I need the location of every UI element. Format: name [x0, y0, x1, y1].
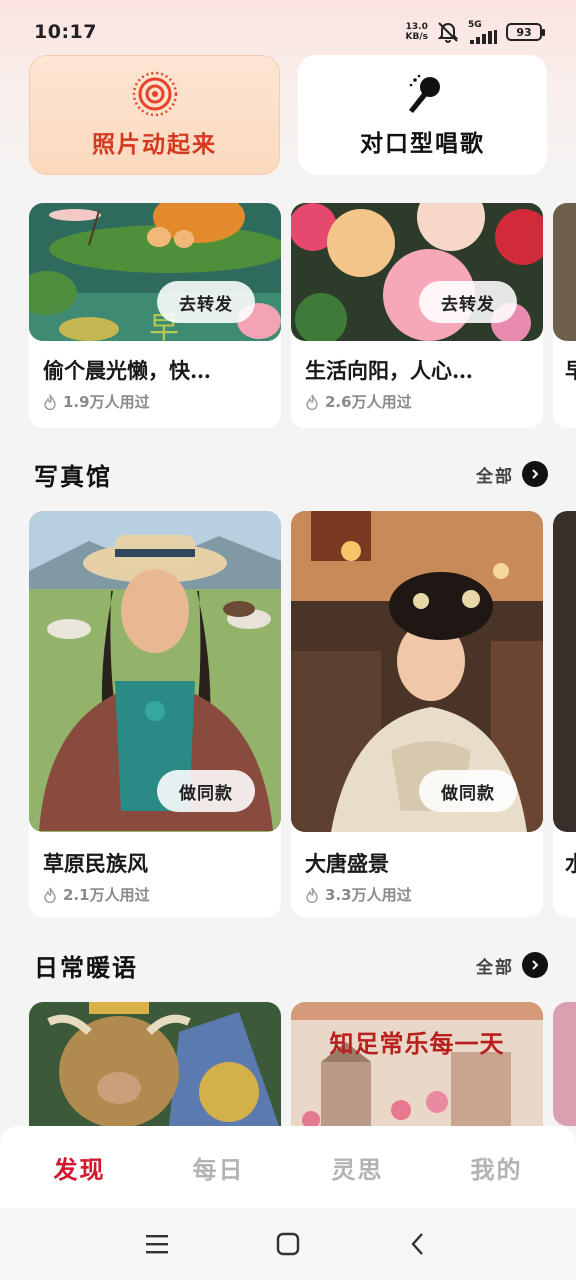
template-card[interactable]: [29, 1002, 281, 1126]
poster-text: 知足常乐每一天: [329, 1029, 505, 1058]
section-title: 写真馆: [34, 461, 112, 491]
top-card-row: 早 去转发 偷个晨光懒，快… 1.9万人用过 去转发 生活向阳，人心… 2.6万…: [29, 203, 576, 428]
card-usage: 2.1万人用过: [43, 884, 267, 905]
target-rings-icon: [132, 71, 177, 117]
see-all-label: 全部: [476, 957, 514, 978]
menu-icon[interactable]: [138, 1224, 178, 1264]
share-button[interactable]: 去转发: [419, 281, 517, 323]
nav-inspiration[interactable]: 灵思: [303, 1150, 413, 1185]
flame-icon: [306, 887, 318, 903]
home-icon[interactable]: [268, 1224, 308, 1264]
card-title: 偷个晨光懒，快…: [43, 358, 211, 383]
template-card[interactable]: 早 去转发 偷个晨光懒，快… 1.9万人用过: [29, 203, 281, 428]
network-speed: 13.0 KB/s: [406, 22, 428, 42]
template-card-partial[interactable]: 水: [553, 511, 576, 917]
card-image: [553, 511, 576, 832]
golden-ox-image: [29, 1002, 281, 1126]
card-image: 做同款: [291, 511, 543, 832]
network-type: 5G: [468, 20, 482, 30]
chevron-right-icon: [522, 461, 548, 487]
network-speed-unit: KB/s: [405, 32, 428, 42]
chevron-right-icon: [522, 952, 548, 978]
card-image: 去转发: [291, 203, 543, 341]
card-title: 早: [565, 358, 576, 383]
card-info: 生活向阳，人心… 2.6万人用过: [291, 341, 543, 412]
share-button[interactable]: 去转发: [157, 281, 255, 323]
card-usage-count: 3.3万人用过: [325, 886, 412, 904]
animate-photo-label: 照片动起来: [92, 131, 217, 158]
card-usage-count: 1.9万人用过: [63, 393, 150, 411]
feature-row: 照片动起来 对口型唱歌: [29, 55, 547, 175]
see-all-button[interactable]: 全部: [476, 461, 548, 487]
muted-bell-icon: [437, 22, 459, 43]
system-nav-bar: [0, 1208, 576, 1280]
card-info: 草原民族风 2.1万人用过: [29, 832, 281, 905]
back-icon[interactable]: [398, 1224, 438, 1264]
section-title: 日常暖语: [34, 952, 138, 982]
make-same-button[interactable]: 做同款: [157, 770, 255, 812]
card-image: 早 去转发: [29, 203, 281, 341]
card-info: 大唐盛景 3.3万人用过: [291, 832, 543, 905]
lip-sync-button[interactable]: 对口型唱歌: [298, 55, 547, 175]
battery-indicator: 93: [506, 23, 545, 41]
section-header-daily-greetings: 日常暖语 全部: [34, 945, 548, 985]
card-image: [553, 203, 576, 341]
microphone-icon: [408, 74, 440, 113]
flame-icon: [44, 887, 56, 903]
card-title: 生活向阳，人心…: [305, 358, 473, 383]
card-usage-count: 2.1万人用过: [63, 886, 150, 904]
signal-bars-icon: [470, 30, 497, 44]
contentment-poster-image: [291, 1002, 543, 1126]
lip-sync-label: 对口型唱歌: [360, 130, 485, 157]
template-card-partial[interactable]: [553, 1002, 576, 1126]
status-icons: 13.0 KB/s 5G 93: [406, 20, 545, 44]
card-image: 做同款: [29, 511, 281, 832]
bottom-nav: 发现 每日 灵思 我的: [0, 1126, 576, 1208]
template-card[interactable]: 做同款 草原民族风 2.1万人用过: [29, 511, 281, 917]
portrait-card-row: 做同款 草原民族风 2.1万人用过 做同款 大唐盛景 3.3万人用过 水: [29, 511, 576, 917]
flame-icon: [306, 394, 318, 410]
animate-photo-button[interactable]: 照片动起来: [29, 55, 280, 175]
greetings-card-row: 知足常乐每一天: [29, 1002, 576, 1126]
card-usage: 3.3万人用过: [305, 884, 529, 905]
flame-icon: [44, 394, 56, 410]
template-card[interactable]: 去转发 生活向阳，人心… 2.6万人用过: [291, 203, 543, 428]
nav-discover[interactable]: 发现: [25, 1150, 135, 1185]
see-all-label: 全部: [476, 466, 514, 487]
template-card-partial[interactable]: 早: [553, 203, 576, 428]
card-usage: 2.6万人用过: [305, 391, 529, 412]
nav-mine[interactable]: 我的: [442, 1150, 552, 1185]
card-title: 水: [565, 851, 576, 876]
see-all-button[interactable]: 全部: [476, 952, 548, 978]
nav-daily[interactable]: 每日: [164, 1150, 274, 1185]
template-card[interactable]: 做同款 大唐盛景 3.3万人用过: [291, 511, 543, 917]
card-title: 草原民族风: [43, 851, 148, 876]
status-time: 10:17: [34, 21, 97, 43]
card-title: 大唐盛景: [305, 851, 389, 876]
cell-signal: 5G: [468, 20, 498, 44]
template-card[interactable]: 知足常乐每一天: [291, 1002, 543, 1126]
card-info: 偷个晨光懒，快… 1.9万人用过: [29, 341, 281, 412]
card-usage-count: 2.6万人用过: [325, 393, 412, 411]
network-speed-value: 13.0: [405, 22, 428, 32]
section-header-portrait: 写真馆 全部: [34, 454, 548, 494]
make-same-button[interactable]: 做同款: [419, 770, 517, 812]
card-usage: 1.9万人用过: [43, 391, 267, 412]
